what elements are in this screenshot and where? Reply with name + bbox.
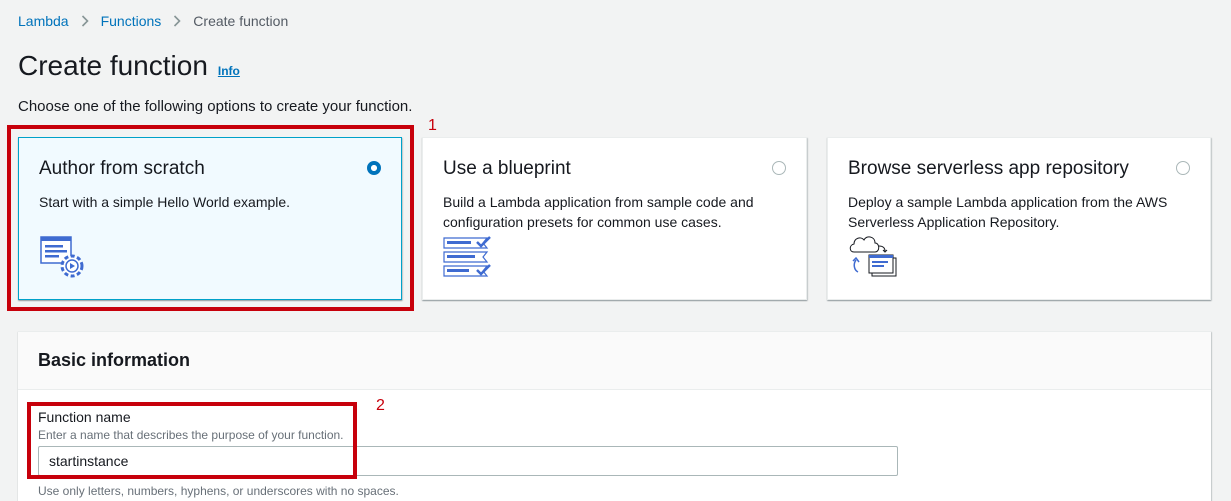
basic-information-panel: Basic information Function name Enter a … bbox=[18, 331, 1211, 501]
option-author-from-scratch[interactable]: Author from scratch Start with a simple … bbox=[18, 137, 402, 300]
panel-header: Basic information bbox=[18, 332, 1211, 390]
serverless-repo-icon bbox=[848, 234, 900, 285]
option-use-a-blueprint[interactable]: Use a blueprint Build a Lambda applicati… bbox=[422, 137, 807, 300]
radio-author-from-scratch[interactable] bbox=[367, 161, 381, 175]
page-header: Create function Info bbox=[18, 50, 240, 82]
breadcrumb: Lambda Functions Create function bbox=[18, 13, 288, 29]
option-title: Browse serverless app repository bbox=[848, 158, 1129, 179]
option-title: Use a blueprint bbox=[443, 158, 571, 179]
annotation-number-2: 2 bbox=[376, 397, 385, 414]
function-name-label: Function name bbox=[38, 409, 131, 425]
option-title: Author from scratch bbox=[39, 158, 205, 179]
chevron-right-icon bbox=[81, 15, 89, 27]
page-title: Create function bbox=[18, 50, 208, 81]
option-description: Deploy a sample Lambda application from … bbox=[848, 194, 1168, 230]
radio-use-a-blueprint[interactable] bbox=[772, 161, 786, 175]
breadcrumb-functions[interactable]: Functions bbox=[101, 13, 162, 29]
blueprint-icon bbox=[443, 236, 493, 285]
option-browse-serverless-repo[interactable]: Browse serverless app repository Deploy … bbox=[827, 137, 1211, 300]
function-name-constraint: Use only letters, numbers, hyphens, or u… bbox=[38, 484, 399, 498]
option-description: Start with a simple Hello World example. bbox=[39, 194, 291, 210]
breadcrumb-lambda[interactable]: Lambda bbox=[18, 13, 69, 29]
info-link[interactable]: Info bbox=[218, 64, 240, 78]
function-name-input[interactable] bbox=[38, 446, 898, 476]
author-from-scratch-icon bbox=[39, 234, 89, 285]
function-name-description: Enter a name that describes the purpose … bbox=[38, 428, 344, 442]
option-description: Build a Lambda application from sample c… bbox=[443, 194, 754, 230]
chevron-right-icon bbox=[173, 15, 181, 27]
annotation-number-1: 1 bbox=[428, 117, 437, 134]
intro-text: Choose one of the following options to c… bbox=[18, 98, 413, 115]
radio-browse-serverless-repo[interactable] bbox=[1176, 161, 1190, 175]
breadcrumb-current: Create function bbox=[193, 13, 289, 29]
panel-heading: Basic information bbox=[38, 350, 191, 370]
